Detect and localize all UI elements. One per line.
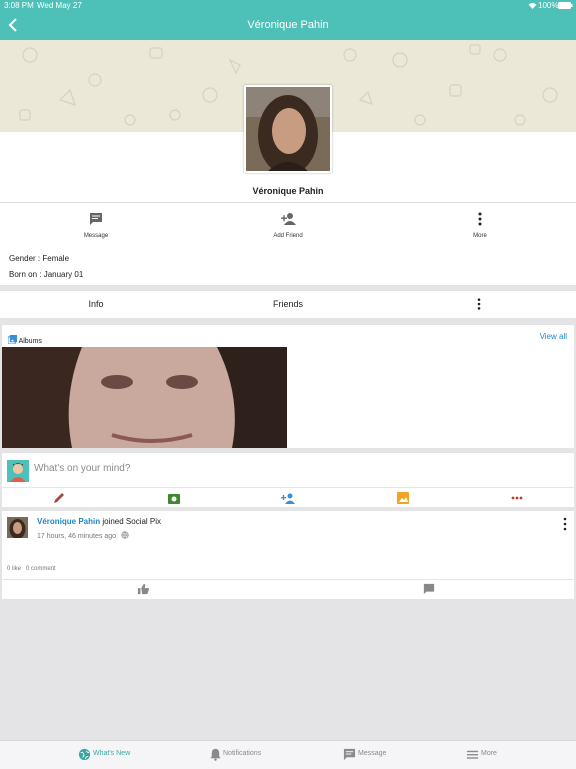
globe-icon bbox=[121, 531, 129, 539]
message-label: Message bbox=[83, 233, 109, 239]
wifi-icon bbox=[528, 2, 537, 9]
globe-icon bbox=[78, 748, 91, 761]
status-bar: 3:08 PM Wed May 27 100% bbox=[0, 0, 576, 12]
message-button[interactable]: Message bbox=[36, 203, 156, 248]
birthday-text: Born on : January 01 bbox=[9, 270, 84, 279]
post-meta: 17 hours, 46 minutes ago bbox=[37, 531, 129, 540]
post-actions bbox=[2, 579, 574, 600]
bottom-navigation: What's New Notifications Message More bbox=[0, 740, 576, 769]
nav-message[interactable]: Message bbox=[343, 741, 443, 769]
status-composer: What's on your mind? bbox=[2, 453, 574, 507]
about-section: Gender : Female Born on : January 01 bbox=[0, 248, 576, 285]
albums-title: Albums bbox=[18, 338, 42, 345]
top-bar: Véronique Pahin bbox=[0, 12, 576, 40]
post-action-text: joined Social Pix bbox=[100, 517, 162, 526]
battery-percent: 100% bbox=[538, 1, 559, 10]
like-count: 0 like bbox=[7, 566, 22, 572]
bell-icon bbox=[210, 748, 221, 761]
profile-actions: Message Add Friend More bbox=[0, 202, 576, 249]
tab-info[interactable]: Info bbox=[36, 291, 156, 318]
profile-name: Véronique Pahin bbox=[252, 186, 324, 196]
more-options-icon[interactable] bbox=[510, 491, 524, 505]
nav-notifications-label: Notifications bbox=[223, 750, 262, 757]
post-author-name[interactable]: Véronique Pahin bbox=[37, 517, 100, 526]
profile-tabs: Info Friends bbox=[0, 291, 576, 318]
image-icon[interactable] bbox=[396, 491, 410, 505]
more-label: More bbox=[473, 233, 487, 239]
post-stats: 0 like 0 comment bbox=[7, 566, 56, 572]
camera-icon[interactable] bbox=[167, 491, 181, 505]
post-options-icon[interactable] bbox=[562, 517, 568, 531]
pencil-icon[interactable] bbox=[52, 491, 66, 505]
status-time: 3:08 PM bbox=[4, 1, 34, 10]
post-author-avatar[interactable] bbox=[7, 517, 28, 538]
add-friend-label: Add Friend bbox=[273, 233, 303, 239]
kebab-icon bbox=[478, 212, 482, 226]
albums-card: Albums View all bbox=[2, 325, 574, 448]
nav-notifications[interactable]: Notifications bbox=[209, 741, 309, 769]
tabs-more-icon[interactable] bbox=[472, 297, 486, 311]
album-photo[interactable] bbox=[2, 347, 287, 448]
add-friend-button[interactable]: Add Friend bbox=[228, 203, 348, 248]
chat-icon bbox=[343, 748, 356, 761]
nav-whats-new[interactable]: What's New bbox=[78, 741, 178, 769]
user-avatar bbox=[7, 460, 29, 482]
gender-text: Gender : Female bbox=[9, 254, 70, 263]
nav-more-label: More bbox=[481, 750, 497, 757]
albums-header: Albums bbox=[7, 335, 42, 345]
albums-icon bbox=[7, 335, 17, 345]
view-all-link[interactable]: View all bbox=[540, 332, 567, 341]
add-person-icon bbox=[281, 213, 296, 225]
profile-avatar[interactable] bbox=[244, 85, 332, 173]
nav-message-label: Message bbox=[358, 750, 387, 757]
hamburger-icon bbox=[466, 750, 479, 759]
nav-more[interactable]: More bbox=[466, 741, 526, 769]
profile-photo bbox=[246, 87, 330, 171]
chat-icon bbox=[90, 213, 102, 225]
post-headline: Véronique Pahin joined Social Pix bbox=[37, 517, 161, 526]
feed-post: Véronique Pahin joined Social Pix 17 hou… bbox=[2, 511, 574, 599]
post-time: 17 hours, 46 minutes ago bbox=[37, 533, 116, 540]
like-icon[interactable] bbox=[137, 583, 149, 595]
status-date: Wed May 27 bbox=[37, 1, 82, 10]
page-title: Véronique Pahin bbox=[247, 19, 329, 31]
comment-count: 0 comment bbox=[26, 566, 56, 572]
more-button[interactable]: More bbox=[420, 203, 540, 248]
tab-friends[interactable]: Friends bbox=[228, 291, 348, 318]
composer-toolbar bbox=[2, 487, 574, 508]
nav-whats-new-label: What's New bbox=[93, 750, 131, 757]
whats-on-your-mind-input[interactable]: What's on your mind? bbox=[34, 463, 130, 474]
comment-icon[interactable] bbox=[423, 583, 435, 595]
battery-icon bbox=[558, 2, 573, 9]
tag-friend-icon[interactable] bbox=[281, 491, 295, 505]
